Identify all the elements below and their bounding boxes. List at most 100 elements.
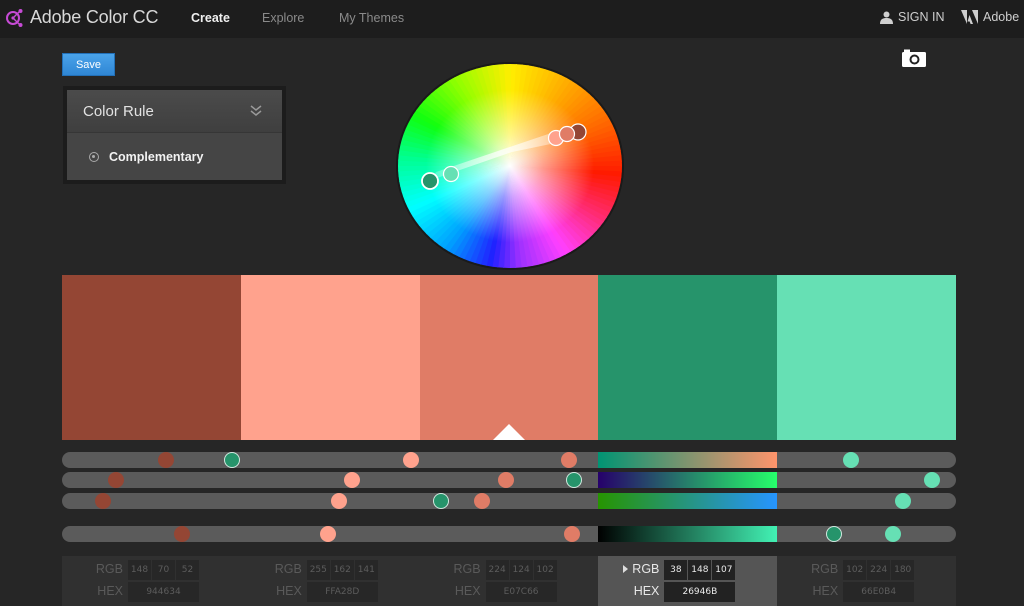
hex-input[interactable]: 26946B	[664, 582, 736, 602]
hex-input[interactable]: 66E0B4	[843, 582, 915, 602]
slider-track[interactable]	[62, 526, 956, 542]
rgb-label: RGB	[632, 562, 660, 576]
nav-my-themes[interactable]: My Themes	[339, 11, 404, 25]
rgb-label: RGB	[274, 562, 302, 576]
base-color-marker-icon[interactable]	[492, 424, 525, 440]
slider-blue[interactable]	[62, 493, 956, 509]
hex-label: HEX	[454, 584, 481, 598]
adobe-logo-icon	[961, 10, 978, 24]
slider-handle-color-4[interactable]	[223, 452, 240, 468]
rgb-green-input[interactable]: 162	[330, 560, 354, 580]
rgb-label: RGB	[811, 562, 839, 576]
slider-handle-color-4[interactable]	[826, 526, 843, 542]
slider-handle-color-1[interactable]	[173, 526, 190, 542]
color-swatch-5[interactable]	[777, 275, 956, 440]
slider-handle-color-1[interactable]	[157, 452, 174, 468]
rgb-blue-input[interactable]: 52	[176, 560, 199, 580]
top-navigation-bar: Adobe Color CC Create Explore My Themes …	[0, 0, 1024, 38]
color-rule-panel: Color Rule Complementary	[63, 86, 286, 184]
active-color-gradient-track[interactable]	[598, 472, 777, 488]
slider-handle-color-5[interactable]	[843, 452, 860, 468]
slider-handle-color-3[interactable]	[563, 526, 580, 542]
hex-label: HEX	[97, 584, 123, 598]
slider-handle-color-2[interactable]	[402, 452, 419, 468]
color-swatch-1[interactable]	[62, 275, 241, 440]
nav-create[interactable]: Create	[191, 11, 230, 25]
hex-label: HEX	[276, 584, 302, 598]
rgb-blue-input[interactable]: 107	[712, 560, 736, 580]
active-color-gradient-track[interactable]	[598, 526, 777, 542]
hex-input[interactable]: E07C66	[485, 582, 557, 602]
hex-label: HEX	[812, 584, 839, 598]
rgb-green-input[interactable]: 124	[509, 560, 533, 580]
rgb-red-input[interactable]: 255	[306, 560, 330, 580]
slider-handle-color-2[interactable]	[319, 526, 336, 542]
active-color-gradient-track[interactable]	[598, 493, 777, 509]
slider-handle-color-4[interactable]	[566, 472, 583, 488]
rgb-red-input[interactable]: 102	[843, 560, 867, 580]
rgb-label: RGB	[453, 562, 481, 576]
adobe-label: Adobe	[983, 10, 1020, 24]
adobe-link[interactable]: Adobe	[961, 10, 1019, 24]
slider-handle-color-5[interactable]	[895, 493, 912, 509]
rgb-label: RGB	[95, 562, 123, 576]
save-button[interactable]: Save	[62, 53, 115, 76]
slider-handle-color-3[interactable]	[498, 472, 515, 488]
rgb-red-input[interactable]: 38	[664, 560, 688, 580]
color-values-4: RGB HEX 38 148 107 26946B	[598, 556, 778, 606]
nav-explore[interactable]: Explore	[262, 11, 304, 25]
rgb-green-input[interactable]: 148	[688, 560, 712, 580]
color-wheel-graphic[interactable]	[396, 62, 624, 270]
slider-green[interactable]	[62, 472, 956, 488]
slider-handle-color-4[interactable]	[433, 493, 450, 509]
slider-handle-color-1[interactable]	[95, 493, 112, 509]
active-color-gradient-track[interactable]	[598, 452, 777, 468]
hex-input[interactable]: FFA28D	[306, 582, 378, 602]
hex-input[interactable]: 944634	[128, 582, 199, 602]
wheel-handle-5[interactable]	[442, 165, 460, 183]
color-values-panel: RGB HEX 148 70 52 944634 RGB HEX 255 162 141 FFA28D…	[62, 556, 956, 606]
rgb-blue-input[interactable]: 141	[354, 560, 378, 580]
color-values-5: RGB HEX 102 224 180 66E0B4	[777, 556, 956, 606]
wheel-handle-3[interactable]	[558, 125, 576, 143]
double-chevron-down-icon[interactable]	[250, 105, 262, 117]
color-wheel[interactable]	[396, 62, 626, 272]
sign-in-link[interactable]: SIGN IN	[880, 10, 945, 24]
color-values-2: RGB HEX 255 162 141 FFA28D	[241, 556, 420, 606]
sign-in-label: SIGN IN	[898, 10, 945, 24]
slider-handle-color-5[interactable]	[885, 526, 902, 542]
wheel-handle-4-active[interactable]	[421, 172, 439, 190]
hex-label: HEX	[633, 584, 660, 598]
color-swatch-2[interactable]	[240, 275, 420, 440]
app-title[interactable]: Adobe Color CC	[30, 7, 158, 28]
camera-icon[interactable]	[902, 49, 926, 67]
slider-handle-color-3[interactable]	[560, 452, 577, 468]
slider-track[interactable]	[62, 452, 956, 468]
rgb-red-input[interactable]: 224	[485, 560, 509, 580]
slider-handle-color-5[interactable]	[923, 472, 940, 488]
rgb-blue-input[interactable]: 180	[891, 560, 915, 580]
user-icon	[880, 11, 893, 24]
slider-track[interactable]	[62, 493, 956, 509]
color-rule-option-selected[interactable]: Complementary	[67, 133, 282, 180]
radio-selected-icon	[89, 151, 99, 162]
color-swatch-3[interactable]	[419, 275, 599, 440]
color-rule-title: Color Rule	[83, 102, 154, 120]
slider-brightness[interactable]	[62, 526, 956, 542]
theme-swatches	[62, 275, 956, 440]
slider-handle-color-2[interactable]	[331, 493, 348, 509]
slider-handle-color-3[interactable]	[474, 493, 491, 509]
rgb-blue-input[interactable]: 102	[533, 560, 557, 580]
color-rule-option-label: Complementary	[109, 149, 204, 164]
slider-handle-color-1[interactable]	[107, 472, 124, 488]
color-values-3: RGB HEX 224 124 102 E07C66	[420, 556, 599, 606]
slider-handle-color-2[interactable]	[343, 472, 360, 488]
adobe-color-logo-icon[interactable]	[5, 8, 25, 28]
rgb-green-input[interactable]: 224	[867, 560, 891, 580]
rgb-red-input[interactable]: 148	[128, 560, 151, 580]
color-swatch-4[interactable]	[598, 275, 778, 440]
slider-red[interactable]	[62, 452, 956, 468]
rgb-green-input[interactable]: 70	[152, 560, 175, 580]
color-rule-dropdown[interactable]: Color Rule	[67, 90, 282, 133]
color-values-1: RGB HEX 148 70 52 944634	[62, 556, 241, 606]
